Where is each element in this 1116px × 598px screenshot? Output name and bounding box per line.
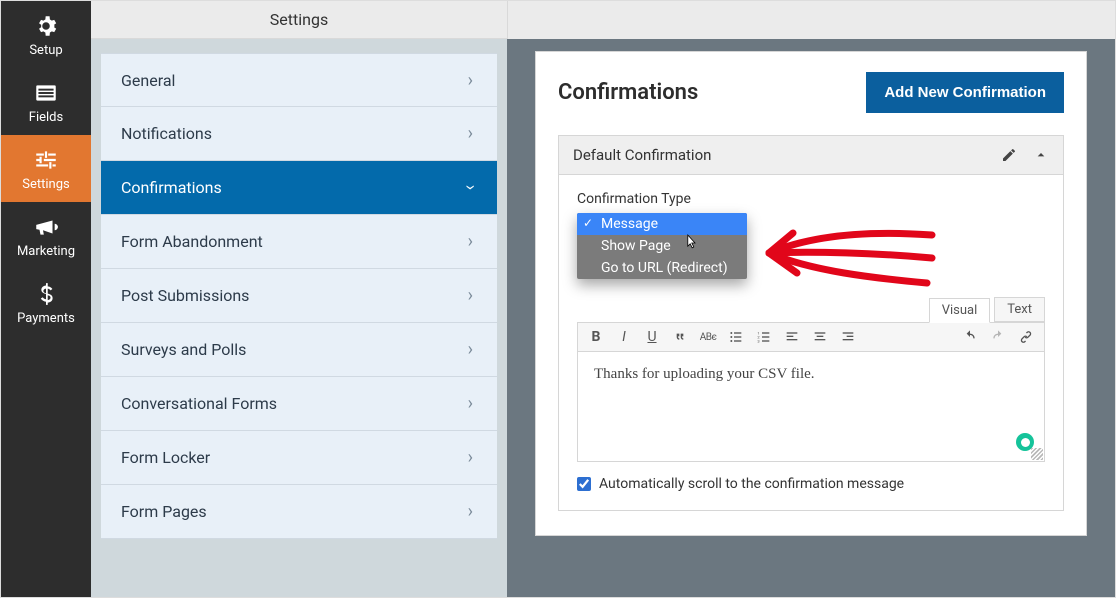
resize-handle[interactable] (1031, 448, 1043, 460)
chevron-right-icon: › (468, 501, 473, 522)
editor-content[interactable]: Thanks for uploading your CSV file. (577, 352, 1045, 462)
settings-item-form-pages[interactable]: Form Pages › (101, 485, 497, 539)
bullhorn-icon (33, 214, 59, 240)
rail-item-setup[interactable]: Setup (1, 1, 91, 68)
settings-item-post-submissions[interactable]: Post Submissions › (101, 269, 497, 323)
edit-icon[interactable] (1001, 147, 1017, 163)
confirmation-panel-title: Default Confirmation (573, 146, 711, 164)
undo-button[interactable] (962, 329, 978, 345)
dropdown-option-message[interactable]: Message (577, 213, 747, 235)
rail-item-label: Payments (17, 311, 75, 326)
settings-item-label: Post Submissions (121, 286, 249, 305)
auto-scroll-checkbox[interactable] (577, 477, 591, 491)
align-center-button[interactable] (812, 329, 828, 345)
settings-item-notifications[interactable]: Notifications › (101, 107, 497, 161)
chevron-right-icon: › (468, 231, 473, 252)
settings-item-label: Notifications (121, 124, 212, 143)
auto-scroll-checkbox-row[interactable]: Automatically scroll to the confirmation… (577, 476, 1045, 492)
sliders-icon (33, 147, 59, 173)
auto-scroll-label: Automatically scroll to the confirmation… (599, 476, 904, 492)
settings-item-form-locker[interactable]: Form Locker › (101, 431, 497, 485)
settings-item-label: Confirmations (121, 178, 222, 197)
collapse-icon[interactable] (1033, 147, 1049, 163)
bold-button[interactable]: B (588, 329, 604, 345)
confirmation-type-select[interactable]: Message Show Page Go to URL (Redirect) (577, 213, 747, 279)
confirmation-type-label: Confirmation Type (577, 191, 1045, 207)
settings-item-label: Form Locker (121, 448, 210, 467)
rail-item-label: Marketing (17, 244, 75, 259)
add-new-confirmation-button[interactable]: Add New Confirmation (866, 72, 1064, 113)
chevron-right-icon: › (468, 339, 473, 360)
link-button[interactable] (1018, 329, 1034, 345)
chevron-right-icon: › (468, 447, 473, 468)
dropdown-option-show-page[interactable]: Show Page (577, 235, 747, 257)
chevron-right-icon: › (468, 123, 473, 144)
redo-button[interactable] (990, 329, 1006, 345)
confirmation-type-dropdown-open: Message Show Page Go to URL (Redirect) (577, 213, 747, 279)
settings-column: Settings General › Notifications › Confi… (91, 1, 507, 597)
main-panel-wrapper: Confirmations Add New Confirmation Defau… (507, 1, 1115, 597)
gear-icon (33, 13, 59, 39)
chevron-right-icon: › (468, 393, 473, 414)
settings-item-confirmations[interactable]: Confirmations › (101, 161, 497, 215)
numbered-list-button[interactable]: 123 (756, 329, 772, 345)
settings-column-title: Settings (91, 1, 507, 39)
blockquote-button[interactable] (672, 329, 688, 345)
rail-item-marketing[interactable]: Marketing (1, 202, 91, 269)
settings-item-surveys-polls[interactable]: Surveys and Polls › (101, 323, 497, 377)
confirmation-panel-body: Confirmation Type Message Show Page Go t… (558, 175, 1064, 511)
dropdown-option-redirect[interactable]: Go to URL (Redirect) (577, 257, 747, 279)
annotation-arrow (757, 223, 947, 307)
settings-list: General › Notifications › Confirmations … (91, 39, 507, 597)
underline-button[interactable]: U (644, 329, 660, 345)
editor-tab-visual[interactable]: Visual (929, 298, 991, 323)
settings-item-conversational-forms[interactable]: Conversational Forms › (101, 377, 497, 431)
chevron-down-icon: › (460, 185, 481, 190)
align-left-button[interactable] (784, 329, 800, 345)
settings-item-label: Conversational Forms (121, 394, 277, 413)
italic-button[interactable]: I (616, 329, 632, 345)
rail-item-label: Setup (29, 43, 62, 58)
rail-item-settings[interactable]: Settings (1, 135, 91, 202)
settings-item-form-abandonment[interactable]: Form Abandonment › (101, 215, 497, 269)
editor-text: Thanks for uploading your CSV file. (594, 366, 815, 382)
chevron-right-icon: › (468, 285, 473, 306)
settings-item-label: General (121, 71, 175, 90)
confirmations-card: Confirmations Add New Confirmation Defau… (535, 51, 1087, 536)
chevron-right-icon: › (468, 70, 473, 91)
settings-item-label: Surveys and Polls (121, 340, 246, 359)
settings-item-label: Form Abandonment (121, 232, 263, 251)
rail-item-fields[interactable]: Fields (1, 68, 91, 135)
list-icon (33, 80, 59, 106)
strikethrough-button[interactable]: ABє (700, 329, 716, 345)
editor-tab-text[interactable]: Text (994, 297, 1045, 322)
left-rail: Setup Fields Settings Marketing Payments (1, 1, 91, 597)
page-heading: Confirmations (558, 80, 698, 105)
settings-item-label: Form Pages (121, 502, 207, 521)
align-right-button[interactable] (840, 329, 856, 345)
rail-item-label: Settings (22, 177, 69, 192)
panel-header-actions (1001, 147, 1049, 163)
top-spacer (507, 1, 1115, 39)
editor-tabs: Visual Text (577, 297, 1045, 322)
rail-item-payments[interactable]: Payments (1, 269, 91, 336)
card-header: Confirmations Add New Confirmation (558, 72, 1064, 113)
settings-item-general[interactable]: General › (101, 53, 497, 107)
rail-item-label: Fields (29, 110, 63, 125)
confirmation-panel-header[interactable]: Default Confirmation (558, 135, 1064, 175)
dollar-icon (33, 281, 59, 307)
editor-toolbar: B I U ABє 123 (577, 322, 1045, 352)
bullet-list-button[interactable] (728, 329, 744, 345)
svg-text:3: 3 (757, 338, 759, 343)
